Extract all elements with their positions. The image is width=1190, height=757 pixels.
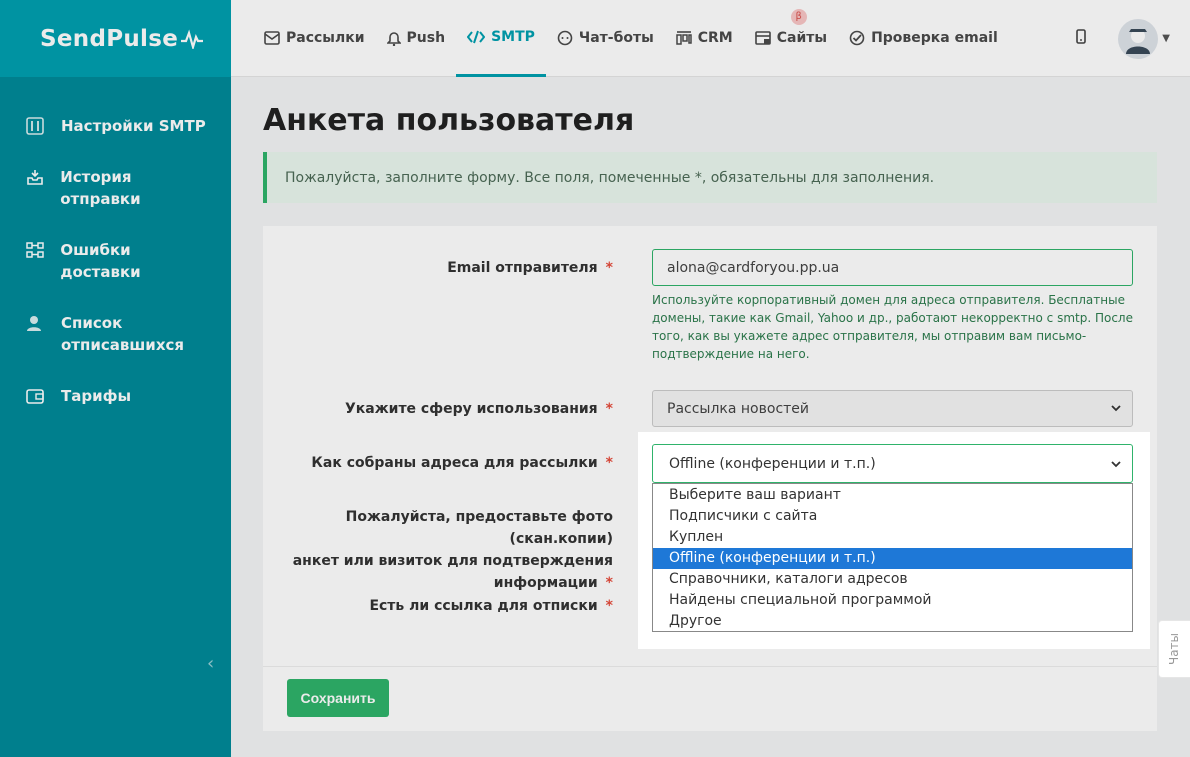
nav-item-chatbots[interactable]: Чат-боты xyxy=(546,0,665,77)
email-value: alona@cardforyou.pp.ua xyxy=(667,259,840,276)
sidebar-item-label: Список отписавшихся xyxy=(61,314,185,354)
sidebar: SendPulse Настройки SMTP История отправк… xyxy=(0,0,231,757)
photo-label-line2: анкет или визиток для подтверждения xyxy=(292,553,613,569)
usage-value: Рассылка новостей xyxy=(667,400,810,417)
dropdown-option[interactable]: Выберите ваш вариант xyxy=(653,485,1132,506)
sidebar-item-send-history[interactable]: История отправки xyxy=(0,166,231,210)
nav-label: Push xyxy=(406,30,446,46)
wallet-icon xyxy=(25,386,45,406)
logo[interactable]: SendPulse xyxy=(40,25,204,52)
mobile-icon[interactable] xyxy=(1076,29,1087,48)
top-right-controls: ▼ xyxy=(1076,0,1170,77)
required-mark: * xyxy=(605,598,613,614)
email-label-text: Email отправителя xyxy=(447,260,598,276)
sidebar-item-unsubscribed[interactable]: Список отписавшихся xyxy=(0,312,231,356)
dropdown-option[interactable]: Найдены специальной программой xyxy=(653,590,1132,611)
info-alert: Пожалуйста, заполните форму. Все поля, п… xyxy=(263,152,1157,203)
nav-item-sites[interactable]: Сайты β xyxy=(744,0,838,77)
sidebar-item-pricing[interactable]: Тарифы xyxy=(0,385,231,407)
usage-label: Укажите сферу использования * xyxy=(345,398,613,420)
dropdown-option[interactable]: Куплен xyxy=(653,527,1132,548)
usage-label-text: Укажите сферу использования xyxy=(344,401,598,417)
required-mark: * xyxy=(605,260,613,276)
dropdown-option[interactable]: Подписчики с сайта xyxy=(653,506,1132,527)
logo-area: SendPulse xyxy=(0,0,231,77)
nav-item-push[interactable]: Push xyxy=(376,0,457,77)
sidebar-item-smtp-settings[interactable]: Настройки SMTP xyxy=(0,115,231,137)
dropdown-option[interactable]: Другое xyxy=(653,611,1132,632)
site-icon xyxy=(754,31,771,45)
email-label: Email отправителя * xyxy=(447,257,613,279)
nav-label: Рассылки xyxy=(286,30,365,46)
required-mark: * xyxy=(605,401,613,417)
crm-icon xyxy=(676,31,692,45)
sidebar-item-label: Ошибки доставки xyxy=(60,241,141,281)
nav-label: Чат-боты xyxy=(578,30,654,46)
user-remove-icon xyxy=(25,313,45,333)
collect-select[interactable]: Offline (конференции и т.п.) xyxy=(652,444,1133,483)
main-content: Анкета пользователя Пожалуйста, заполнит… xyxy=(231,77,1190,757)
email-field[interactable]: alona@cardforyou.pp.ua xyxy=(652,249,1133,286)
nav-label: Сайты xyxy=(776,30,828,46)
user-avatar-icon xyxy=(1126,28,1151,54)
photo-label-line3: информации xyxy=(493,575,598,591)
unsub-label: Есть ли ссылка для отписки * xyxy=(369,595,613,617)
collect-label: Как собраны адреса для рассылки * xyxy=(311,452,613,474)
chats-tab-label: Чаты xyxy=(1167,632,1182,666)
collect-dropdown: Выберите ваш вариант Подписчики с сайта … xyxy=(652,483,1133,632)
nav-label: Проверка email xyxy=(871,30,998,46)
dropdown-option[interactable]: Справочники, каталоги адресов xyxy=(653,569,1132,590)
photo-label: Пожалуйста, предоставьте фото (скан.копи… xyxy=(263,506,613,594)
unsub-label-text: Есть ли ссылка для отписки xyxy=(369,598,598,614)
chevron-down-icon xyxy=(1111,405,1121,412)
chat-icon xyxy=(557,30,573,46)
collect-value: Offline (конференции и т.п.) xyxy=(669,455,876,472)
dropdown-option-selected[interactable]: Offline (конференции и т.п.) xyxy=(653,548,1132,569)
logo-text: SendPulse xyxy=(40,25,179,52)
nav-label: CRM xyxy=(697,30,733,46)
nav-item-campaigns[interactable]: Рассылки xyxy=(253,0,376,77)
collapse-sidebar-icon[interactable]: ‹ xyxy=(207,653,214,674)
collect-select-highlight: Offline (конференции и т.п.) Выберите ва… xyxy=(638,432,1150,649)
form-footer: Сохранить xyxy=(263,666,1157,731)
save-button[interactable]: Сохранить xyxy=(287,679,389,717)
email-hint: Используйте корпоративный домен для адре… xyxy=(652,293,1133,361)
nav-label: SMTP xyxy=(491,28,535,45)
sidebar-item-label: Тарифы xyxy=(61,387,132,405)
required-mark: * xyxy=(605,575,613,591)
bell-icon xyxy=(386,32,401,46)
mail-icon xyxy=(264,31,280,45)
code-icon xyxy=(467,30,486,43)
usage-select[interactable]: Рассылка новостей xyxy=(652,390,1133,427)
flow-icon xyxy=(25,240,44,260)
check-circle-icon xyxy=(849,30,865,46)
collect-label-text: Как собраны адреса для рассылки xyxy=(311,455,598,471)
main-nav: Рассылки Push SMTP Чат-боты CRM Сайты β … xyxy=(231,0,1009,77)
beta-badge: β xyxy=(790,8,807,25)
chats-tab[interactable]: Чаты xyxy=(1158,620,1190,678)
top-navbar: Рассылки Push SMTP Чат-боты CRM Сайты β … xyxy=(231,0,1190,77)
sidebar-item-label: Настройки SMTP xyxy=(61,117,206,135)
page-title: Анкета пользователя xyxy=(263,103,635,138)
nav-item-crm[interactable]: CRM xyxy=(665,0,744,77)
chevron-down-icon xyxy=(1111,461,1121,468)
inbox-icon xyxy=(25,167,44,187)
photo-label-line1: Пожалуйста, предоставьте фото (скан.копи… xyxy=(345,509,613,547)
sidebar-item-delivery-errors[interactable]: Ошибки доставки xyxy=(0,239,231,283)
sliders-icon xyxy=(25,116,45,136)
sidebar-item-label: История отправки xyxy=(60,168,141,208)
sidebar-menu: Настройки SMTP История отправки Ошибки д… xyxy=(0,77,231,407)
nav-item-email-verify[interactable]: Проверка email xyxy=(838,0,1009,77)
chevron-down-icon[interactable]: ▼ xyxy=(1162,33,1170,44)
pulse-icon xyxy=(181,28,204,49)
nav-item-smtp[interactable]: SMTP xyxy=(456,0,546,77)
alert-text: Пожалуйста, заполните форму. Все поля, п… xyxy=(285,169,935,186)
avatar[interactable] xyxy=(1118,18,1159,59)
required-mark: * xyxy=(605,455,613,471)
